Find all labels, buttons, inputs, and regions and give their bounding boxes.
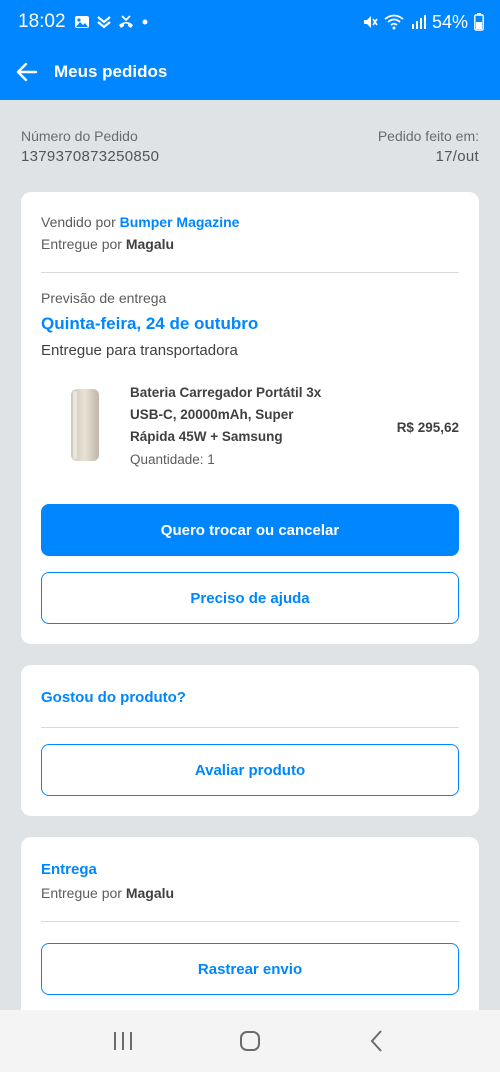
system-icons: 54% <box>362 12 484 33</box>
track-shipment-button[interactable]: Rastrear envio <box>41 943 459 995</box>
order-number-label: Número do Pedido <box>21 128 138 144</box>
delivery-title: Entrega <box>41 861 97 878</box>
gallery-icon <box>74 16 89 28</box>
page-title: Meus pedidos <box>54 62 168 81</box>
product-price: R$ 295,62 <box>396 420 459 435</box>
delivery-card: Entrega Entregue por Magalu Rastrear env… <box>21 837 479 1010</box>
product-quantity: Quantidade: 1 <box>130 452 215 467</box>
recent-apps-button[interactable] <box>103 1021 143 1061</box>
forecast-label: Previsão de entrega <box>41 290 167 306</box>
sold-by-line: Vendido por Bumper Magazine <box>41 214 239 230</box>
help-button[interactable]: Preciso de ajuda <box>41 572 459 624</box>
product-name[interactable]: Bateria Carregador Portátil 3x USB-C, 20… <box>130 382 370 448</box>
product-image[interactable] <box>41 380 129 470</box>
product-name-line: USB-C, 20000mAh, Super <box>130 407 294 422</box>
delivery-by-prefix: Entregue por <box>41 885 126 901</box>
forecast-date: Quinta-feira, 24 de outubro <box>41 314 259 333</box>
divider <box>41 272 459 273</box>
exchange-cancel-button[interactable]: Quero trocar ou cancelar <box>41 504 459 556</box>
delivery-by-line: Entregue por Magalu <box>41 885 174 901</box>
rate-product-button[interactable]: Avaliar produto <box>41 744 459 796</box>
delivery-by-name: Magalu <box>125 885 175 901</box>
back-button[interactable] <box>14 59 40 85</box>
sold-by-prefix: Vendido por <box>41 214 120 230</box>
recent-apps-icon <box>114 1032 133 1050</box>
shipment-status: Entregue para transportadora <box>41 342 238 359</box>
delivered-by-name: Magalu <box>125 236 175 252</box>
missed-call-icon <box>118 15 133 28</box>
battery-percent: 54% <box>431 11 468 32</box>
shipment-card: Vendido por Bumper Magazine Entregue por… <box>21 192 479 644</box>
mute-icon <box>363 16 378 28</box>
order-date-block: Pedido feito em: 17/out <box>378 128 479 165</box>
status-time: 18:02 <box>18 11 66 32</box>
dot-icon <box>142 19 148 25</box>
divider <box>41 727 459 728</box>
status-bar: 18:02 54% <box>0 0 500 44</box>
power-bank-image <box>71 389 99 461</box>
delivered-by-prefix: Entregue por <box>41 236 126 252</box>
order-date-value: 17/out <box>435 148 479 165</box>
order-number-block: Número do Pedido 1379370873250850 <box>21 128 159 165</box>
order-date-label: Pedido feito em: <box>377 128 479 144</box>
home-button[interactable] <box>230 1021 270 1061</box>
app-icon <box>96 16 111 29</box>
review-title: Gostou do produto? <box>41 689 186 706</box>
product-name-line: Rápida 45W + Samsung <box>130 429 283 444</box>
order-header: Número do Pedido 1379370873250850 Pedido… <box>21 128 479 165</box>
order-detail-sheet: Número do Pedido 1379370873250850 Pedido… <box>0 108 500 1010</box>
divider <box>41 921 459 922</box>
chevron-left-icon <box>370 1030 382 1052</box>
home-icon <box>239 1031 260 1051</box>
system-navigation-bar <box>0 1010 500 1072</box>
app-bar: Meus pedidos <box>0 44 500 100</box>
seller-link[interactable]: Bumper Magazine <box>120 214 240 230</box>
arrow-left-icon <box>16 62 38 82</box>
delivered-by-line: Entregue por Magalu <box>41 236 174 252</box>
product-name-line: Bateria Carregador Portátil 3x <box>130 385 322 400</box>
order-number-value: 1379370873250850 <box>21 148 160 165</box>
signal-icon <box>411 15 426 29</box>
wifi-icon <box>384 14 404 30</box>
review-card: Gostou do produto? Avaliar produto <box>21 665 479 816</box>
battery-icon <box>474 13 484 31</box>
back-nav-button[interactable] <box>357 1021 397 1061</box>
notification-icons <box>74 14 150 30</box>
